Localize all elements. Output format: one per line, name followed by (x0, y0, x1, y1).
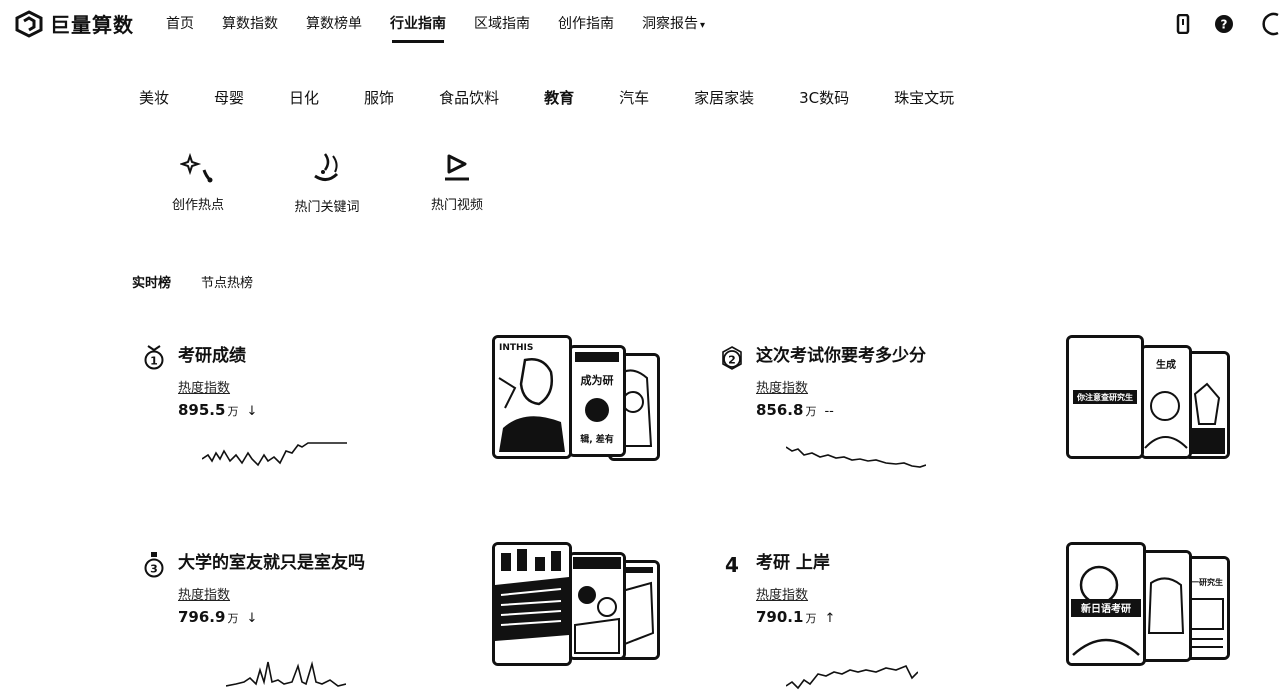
video-thumbnail[interactable]: INTHIS (492, 335, 572, 459)
rank-number: 1 (150, 355, 158, 368)
topic-title[interactable]: 大学的室友就只是室友吗 (178, 548, 365, 573)
chevron-down-icon: ▾ (700, 20, 706, 31)
heat-index-label: 热度指数 (756, 588, 809, 603)
rank-medal-icon: 2 (720, 345, 744, 371)
trend-flat-icon: -- (824, 404, 834, 419)
video-thumbnails[interactable]: 生成 你注意查研究生 (1066, 335, 1236, 465)
rank-number: 4 (725, 553, 739, 577)
phone-icon[interactable] (1176, 14, 1190, 34)
heat-index-unit: 万 (227, 405, 239, 418)
heat-index-value: 895.5 万 ↓ (178, 401, 257, 419)
tab-realtime[interactable]: 实时榜 (132, 272, 171, 291)
nav-rankings[interactable]: 算数榜单 (306, 13, 362, 43)
sparkline-chart (226, 660, 346, 687)
keyword-icon (314, 153, 339, 181)
video-thumbnail[interactable] (568, 552, 626, 660)
heat-index-label: 热度指数 (756, 381, 809, 396)
video-play-icon (445, 154, 469, 181)
svg-text:?: ? (1221, 18, 1228, 32)
feature-hot-videos[interactable]: 热门视频 (402, 150, 512, 213)
hot-topic-card[interactable]: 1 考研成绩 热度指数 895.5 万 ↓ 成为研辑, 差有 INTHIS (142, 335, 662, 481)
nav-index[interactable]: 算数指数 (222, 13, 278, 43)
industry-category-tabs: 美妆 母婴 日化 服饰 食品饮料 教育 汽车 家居家装 3C数码 珠宝文玩 (139, 87, 954, 108)
thumbnail-caption: 新日语考研 (1081, 602, 1131, 615)
heat-index-number: 895.5 (178, 401, 226, 419)
heat-index-value: 856.8 万 -- (756, 401, 834, 419)
trend-down-icon: ↓ (246, 611, 258, 626)
category-3c-digital[interactable]: 3C数码 (799, 87, 849, 108)
video-thumbnail[interactable]: 生成 (1140, 345, 1192, 459)
heat-index-unit: 万 (227, 612, 239, 625)
feature-hot-videos-label: 热门视频 (430, 198, 483, 213)
feature-hot-keywords-label: 热门关键词 (294, 200, 360, 215)
brand-name: 巨量算数 (50, 13, 134, 37)
hot-topic-card[interactable]: 2 这次考试你要考多少分 热度指数 856.8 万 -- 生成 你注意查研究生 (720, 335, 1240, 481)
video-thumbnail[interactable]: 你注意查研究生 (1066, 335, 1144, 459)
video-thumbnails[interactable]: 成为研辑, 差有 INTHIS (492, 335, 662, 465)
feature-creation-hotspots[interactable]: 创作热点 (143, 150, 253, 213)
rank-medal-icon: 1 (142, 345, 166, 371)
video-thumbnail[interactable] (1140, 550, 1192, 662)
nav-region-guide[interactable]: 区域指南 (474, 13, 530, 43)
logo-icon (15, 9, 43, 38)
thumbnail-caption: 生成 (1156, 358, 1176, 371)
avatar-icon[interactable] (1258, 12, 1280, 36)
category-home[interactable]: 家居家装 (694, 87, 754, 108)
topic-title[interactable]: 考研成绩 (178, 341, 246, 366)
thumbnail-caption: 一研究生 (1191, 577, 1223, 587)
thumbnail-caption: 你注意查研究生 (1076, 392, 1133, 402)
thumbnail-caption: 成为研 (581, 373, 614, 387)
sparkline-chart (786, 446, 926, 468)
sparkle-icon (180, 152, 213, 183)
hot-topic-card[interactable]: 4 考研 上岸 热度指数 790.1 万 ↑ 一研究生 新日语考研 (720, 542, 1240, 690)
tab-node-hot[interactable]: 节点热榜 (201, 272, 253, 291)
sparkline-chart (786, 664, 918, 690)
heat-index-value: 796.9 万 ↓ (178, 608, 257, 626)
video-thumbnails[interactable] (492, 542, 662, 672)
video-thumbnail[interactable]: 成为研辑, 差有 (568, 345, 626, 457)
thumbnail-caption: 辑, 差有 (580, 433, 614, 445)
category-food-beverage[interactable]: 食品饮料 (439, 87, 499, 108)
video-thumbnail[interactable] (492, 542, 572, 666)
nav-creation-guide[interactable]: 创作指南 (558, 13, 614, 43)
top-nav: 巨量算数 首页 算数指数 算数榜单 行业指南 区域指南 创作指南 洞察报告 ▾ ? (0, 0, 1280, 46)
ranking-tabs: 实时榜 节点热榜 (132, 272, 283, 291)
thumbnail-caption: INTHIS (499, 343, 533, 353)
trend-down-icon: ↓ (246, 404, 258, 419)
video-thumbnail[interactable]: 新日语考研 (1066, 542, 1146, 666)
video-thumbnails[interactable]: 一研究生 新日语考研 (1066, 542, 1236, 672)
feature-hot-keywords[interactable]: 热门关键词 (272, 150, 382, 215)
nav-insight-reports-label: 洞察报告 (642, 16, 698, 32)
nav-insight-reports[interactable]: 洞察报告 ▾ (642, 13, 705, 43)
heat-index-number: 796.9 (178, 608, 226, 626)
sparkline-chart (202, 442, 347, 467)
hot-topic-card[interactable]: 3 大学的室友就只是室友吗 热度指数 796.9 万 ↓ (142, 542, 662, 688)
feature-creation-hotspots-label: 创作热点 (171, 198, 224, 213)
rank-medal-icon: 3 (142, 552, 166, 578)
trend-up-icon: ↑ (824, 611, 836, 626)
topic-title[interactable]: 这次考试你要考多少分 (756, 341, 926, 366)
category-auto[interactable]: 汽车 (619, 87, 649, 108)
heat-index-value: 790.1 万 ↑ (756, 608, 835, 626)
category-daily-chemical[interactable]: 日化 (289, 87, 319, 108)
category-education[interactable]: 教育 (544, 87, 574, 108)
brand-logo[interactable]: 巨量算数 (14, 9, 134, 38)
category-apparel[interactable]: 服饰 (364, 87, 394, 108)
heat-index-unit: 万 (805, 612, 817, 625)
help-icon[interactable]: ? (1214, 14, 1234, 34)
heat-index-unit: 万 (805, 405, 817, 418)
rank-number: 2 (728, 354, 736, 367)
category-beauty[interactable]: 美妆 (139, 87, 169, 108)
category-maternal[interactable]: 母婴 (214, 87, 244, 108)
heat-index-number: 856.8 (756, 401, 804, 419)
topic-title[interactable]: 考研 上岸 (756, 548, 830, 573)
heat-index-number: 790.1 (756, 608, 804, 626)
rank-number: 3 (150, 563, 158, 576)
heat-index-label: 热度指数 (178, 381, 231, 396)
category-jewelry[interactable]: 珠宝文玩 (894, 87, 954, 108)
nav-home[interactable]: 首页 (166, 13, 194, 43)
heat-index-label: 热度指数 (178, 588, 231, 603)
nav-industry-guide[interactable]: 行业指南 (390, 13, 446, 43)
